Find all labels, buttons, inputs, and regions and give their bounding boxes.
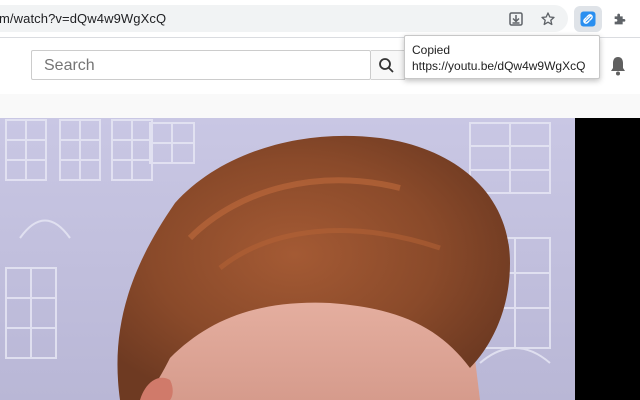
search-input[interactable]: Search — [31, 50, 371, 80]
copied-tooltip: Copied https://youtu.be/dQw4w9WgXcQ — [404, 35, 600, 79]
bell-icon[interactable] — [606, 54, 630, 78]
tooltip-title: Copied — [412, 43, 451, 57]
search-placeholder: Search — [44, 57, 95, 74]
browser-toolbar: m/watch?v=dQw4w9WgXcQ — [0, 0, 640, 38]
puzzle-icon[interactable] — [608, 7, 632, 31]
tooltip-link: https://youtu.be/dQw4w9WgXcQ — [412, 59, 586, 73]
star-icon[interactable] — [536, 7, 560, 31]
video-player[interactable] — [0, 118, 640, 400]
address-bar[interactable]: m/watch?v=dQw4w9WgXcQ — [0, 5, 568, 32]
search-icon — [379, 58, 394, 73]
download-icon[interactable] — [504, 7, 528, 31]
search-button[interactable] — [371, 50, 405, 80]
extension-copy-icon[interactable] — [576, 7, 600, 31]
video-frame-image — [0, 118, 640, 400]
url-text: m/watch?v=dQw4w9WgXcQ — [0, 11, 167, 26]
